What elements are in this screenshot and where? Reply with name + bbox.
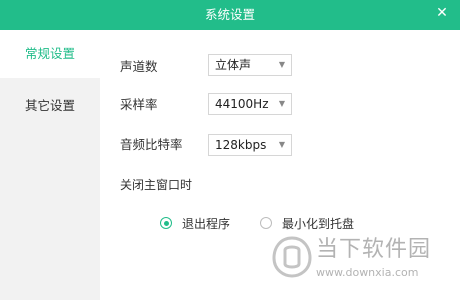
close-button[interactable]: ✕	[432, 3, 452, 23]
bitrate-select[interactable]: 128kbps ▼	[208, 134, 292, 156]
channels-label: 声道数	[120, 59, 158, 74]
sidebar-item-general[interactable]: 常规设置	[0, 30, 100, 78]
radio-minimize-label: 最小化到托盘	[282, 217, 355, 231]
watermark-logo-icon	[272, 236, 312, 278]
dialog-title: 系统设置	[204, 7, 255, 22]
channels-value: 立体声	[215, 58, 252, 72]
watermark-url: www.downxia.com	[316, 266, 419, 279]
sidebar-item-other[interactable]: 其它设置	[0, 82, 100, 130]
sample-rate-select[interactable]: 44100Hz ▼	[208, 93, 292, 115]
sample-rate-value: 44100Hz	[215, 97, 269, 111]
settings-dialog: 系统设置 ✕ 常规设置 其它设置 声道数 立体声 ▼ 采样率 44100Hz ▼…	[0, 0, 460, 300]
bitrate-value: 128kbps	[215, 138, 267, 152]
triangle-down-icon: ▼	[278, 140, 285, 149]
channels-select[interactable]: 立体声 ▼	[208, 54, 292, 76]
bitrate-label: 音频比特率	[120, 137, 183, 152]
triangle-down-icon: ▼	[278, 60, 285, 69]
watermark: 当下软件园 www.downxia.com	[272, 236, 452, 294]
radio-unchecked-icon	[260, 217, 272, 229]
watermark-brand: 当下软件园	[316, 237, 432, 262]
radio-exit-label: 退出程序	[182, 217, 231, 231]
title-bar: 系统设置 ✕	[0, 0, 460, 30]
sample-rate-label: 采样率	[120, 97, 158, 112]
sidebar: 常规设置 其它设置	[0, 30, 100, 300]
triangle-down-icon: ▼	[278, 99, 285, 108]
radio-checked-icon	[160, 217, 172, 229]
close-main-window-label: 关闭主窗口时	[120, 178, 193, 192]
